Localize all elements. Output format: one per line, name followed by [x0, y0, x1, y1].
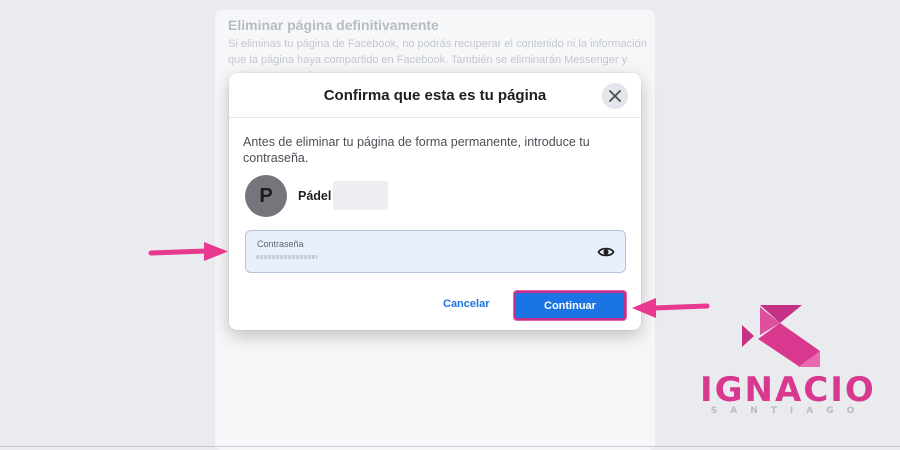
continue-button[interactable]: Continuar [514, 291, 626, 320]
arrow-left-icon [632, 298, 710, 318]
divider [0, 446, 900, 447]
arrow-right-icon [148, 242, 228, 261]
password-label: Contraseña [257, 239, 304, 249]
redacted-name [333, 181, 388, 210]
background-heading: Eliminar página definitivamente [228, 17, 439, 33]
logo-mark-icon [742, 305, 820, 367]
avatar: P [245, 175, 287, 217]
cancel-button[interactable]: Cancelar [443, 298, 489, 310]
dialog-header: Confirma que esta es tu página [229, 73, 641, 118]
logo-subtext: SANTIAGO [710, 406, 868, 416]
password-field[interactable]: Contraseña [245, 230, 626, 273]
avatar-letter: P [259, 184, 273, 207]
background-text: Si eliminas tu página de Facebook, no po… [228, 38, 647, 72]
close-icon [609, 90, 621, 102]
dialog-title: Confirma que esta es tu página [323, 87, 547, 104]
logo-text: IGNACIO [700, 370, 876, 410]
close-button[interactable] [602, 83, 628, 109]
eye-icon[interactable] [597, 243, 615, 261]
dialog-description: Antes de eliminar tu página de forma per… [243, 135, 590, 165]
password-value[interactable] [256, 255, 318, 259]
continue-label: Continuar [544, 299, 596, 312]
page-name: Pádel [298, 189, 332, 203]
confirm-page-dialog: Confirma que esta es tu página Antes de … [229, 73, 641, 330]
